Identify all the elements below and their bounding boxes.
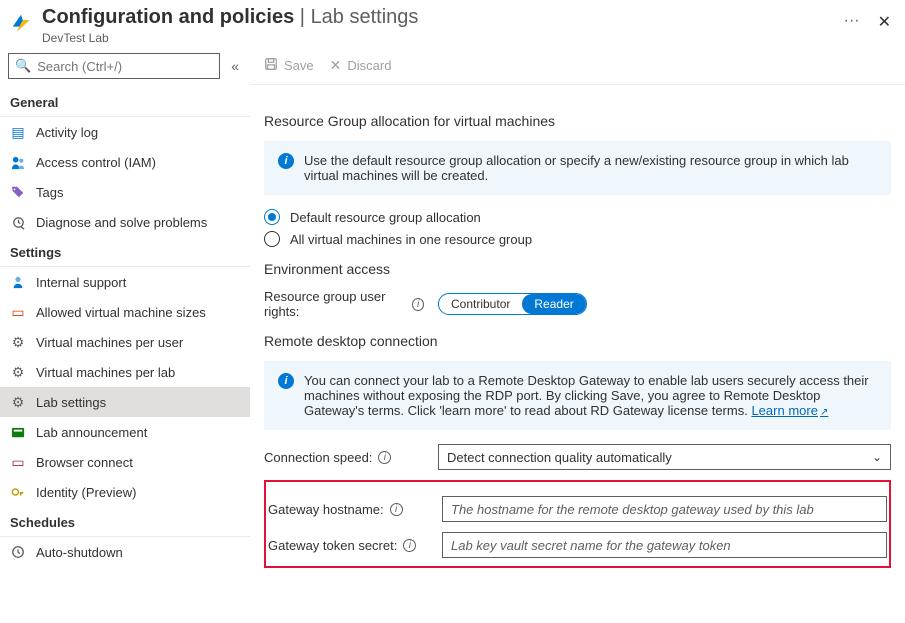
section-rg-alloc: Resource Group allocation for virtual ma…	[264, 113, 891, 129]
sidebar-item-label: Virtual machines per user	[36, 335, 183, 350]
sidebar-item-lab-announcement[interactable]: Lab announcement	[0, 417, 250, 447]
sidebar-item-label: Identity (Preview)	[36, 485, 136, 500]
sidebar-item-label: Activity log	[36, 125, 98, 140]
radio-label: All virtual machines in one resource gro…	[290, 232, 532, 247]
help-icon[interactable]: i	[390, 503, 403, 516]
chevron-down-icon: ⌄	[872, 450, 882, 464]
radio-default-allocation[interactable]: Default resource group allocation	[264, 209, 891, 225]
save-button[interactable]: Save	[264, 57, 314, 74]
rights-reader[interactable]: Reader	[522, 294, 585, 314]
sidebar-item-internal-support[interactable]: Internal support	[0, 267, 250, 297]
search-icon: 🔍	[15, 58, 31, 74]
gateway-hostname-input[interactable]	[442, 496, 887, 522]
sidebar-item-access-control[interactable]: Access control (IAM)	[0, 147, 250, 177]
resource-type: DevTest Lab	[42, 31, 826, 45]
gear-icon: ⚙	[10, 394, 26, 410]
help-icon[interactable]: i	[378, 451, 391, 464]
rights-toggle[interactable]: Contributor Reader	[438, 293, 587, 315]
sidebar-item-label: Access control (IAM)	[36, 155, 156, 170]
announcement-icon	[10, 424, 26, 440]
sidebar-item-label: Lab announcement	[36, 425, 147, 440]
command-bar: Save ✕ Discard	[250, 53, 905, 85]
conn-speed-label: Connection speed:	[264, 450, 372, 465]
sidebar-item-allowed-sizes[interactable]: ▭ Allowed virtual machine sizes	[0, 297, 250, 327]
tags-icon	[10, 184, 26, 200]
discard-button[interactable]: ✕ Discard	[330, 57, 392, 74]
radio-label: Default resource group allocation	[290, 210, 481, 225]
sidebar-item-activity-log[interactable]: ▤ Activity log	[0, 117, 250, 147]
sidebar-item-tags[interactable]: Tags	[0, 177, 250, 207]
gateway-secret-label: Gateway token secret:	[268, 538, 397, 553]
highlighted-gateway-fields: Gateway hostname: i Gateway token secret…	[264, 480, 891, 568]
external-link-icon: ↗	[820, 407, 828, 418]
sidebar-item-lab-settings[interactable]: ⚙ Lab settings	[0, 387, 250, 417]
gateway-hostname-label: Gateway hostname:	[268, 502, 384, 517]
radio-icon-selected	[264, 209, 280, 225]
gear-icon: ⚙	[10, 334, 26, 350]
help-icon[interactable]: i	[403, 539, 416, 552]
sidebar-item-vms-per-user[interactable]: ⚙ Virtual machines per user	[0, 327, 250, 357]
blade-header: Configuration and policies | Lab setting…	[0, 0, 905, 53]
save-label: Save	[284, 58, 314, 73]
section-rdp: Remote desktop connection	[264, 333, 891, 349]
group-settings: Settings	[0, 237, 250, 267]
sidebar: 🔍 « General ▤ Activity log Access contro…	[0, 53, 250, 623]
activity-log-icon: ▤	[10, 124, 26, 140]
group-schedules: Schedules	[0, 507, 250, 537]
more-button[interactable]: ···	[826, 12, 878, 30]
search-input[interactable]	[37, 59, 213, 74]
infobox-rg-alloc: i Use the default resource group allocat…	[264, 141, 891, 195]
sidebar-item-browser-connect[interactable]: ▭ Browser connect	[0, 447, 250, 477]
diagnose-icon	[10, 214, 26, 230]
close-button[interactable]: ✕	[878, 12, 891, 32]
vm-sizes-icon: ▭	[10, 304, 26, 320]
sidebar-item-label: Internal support	[36, 275, 126, 290]
rights-label: Resource group user rights:	[264, 289, 406, 319]
radio-all-in-one[interactable]: All virtual machines in one resource gro…	[264, 231, 891, 247]
access-control-icon	[10, 154, 26, 170]
browser-icon: ▭	[10, 454, 26, 470]
search-input-wrap[interactable]: 🔍	[8, 53, 220, 79]
sidebar-item-label: Tags	[36, 185, 63, 200]
rights-contributor[interactable]: Contributor	[439, 294, 522, 314]
discard-label: Discard	[347, 58, 391, 73]
info-icon: i	[278, 153, 294, 169]
support-icon	[10, 274, 26, 290]
help-icon[interactable]: i	[412, 298, 424, 311]
gateway-secret-input[interactable]	[442, 532, 887, 558]
sidebar-item-label: Browser connect	[36, 455, 133, 470]
section-env-access: Environment access	[264, 261, 891, 277]
group-general: General	[0, 87, 250, 117]
main-content: Save ✕ Discard Resource Group allocation…	[250, 53, 905, 623]
sidebar-item-label: Auto-shutdown	[36, 545, 123, 560]
learn-more-link[interactable]: Learn more↗	[751, 403, 828, 418]
sidebar-item-label: Virtual machines per lab	[36, 365, 175, 380]
gear-icon: ⚙	[10, 364, 26, 380]
info-icon: i	[278, 373, 294, 389]
sidebar-item-label: Allowed virtual machine sizes	[36, 305, 206, 320]
identity-key-icon	[10, 484, 26, 500]
infobox-text: You can connect your lab to a Remote Des…	[304, 373, 877, 418]
sidebar-item-label: Lab settings	[36, 395, 106, 410]
radio-icon	[264, 231, 280, 247]
sidebar-item-auto-shutdown[interactable]: Auto-shutdown	[0, 537, 250, 567]
sidebar-item-vms-per-lab[interactable]: ⚙ Virtual machines per lab	[0, 357, 250, 387]
sidebar-item-diagnose[interactable]: Diagnose and solve problems	[0, 207, 250, 237]
devtest-lab-icon	[10, 12, 32, 34]
clock-icon	[10, 544, 26, 560]
save-icon	[264, 57, 278, 74]
discard-icon: ✕	[330, 57, 342, 74]
collapse-sidebar-button[interactable]: «	[228, 58, 242, 74]
infobox-text: Use the default resource group allocatio…	[304, 153, 877, 183]
sidebar-item-label: Diagnose and solve problems	[36, 215, 207, 230]
sidebar-item-identity[interactable]: Identity (Preview)	[0, 477, 250, 507]
page-title: Configuration and policies | Lab setting…	[42, 6, 826, 29]
dropdown-value: Detect connection quality automatically	[447, 450, 672, 465]
connection-speed-dropdown[interactable]: Detect connection quality automatically …	[438, 444, 891, 470]
infobox-rdp: i You can connect your lab to a Remote D…	[264, 361, 891, 430]
